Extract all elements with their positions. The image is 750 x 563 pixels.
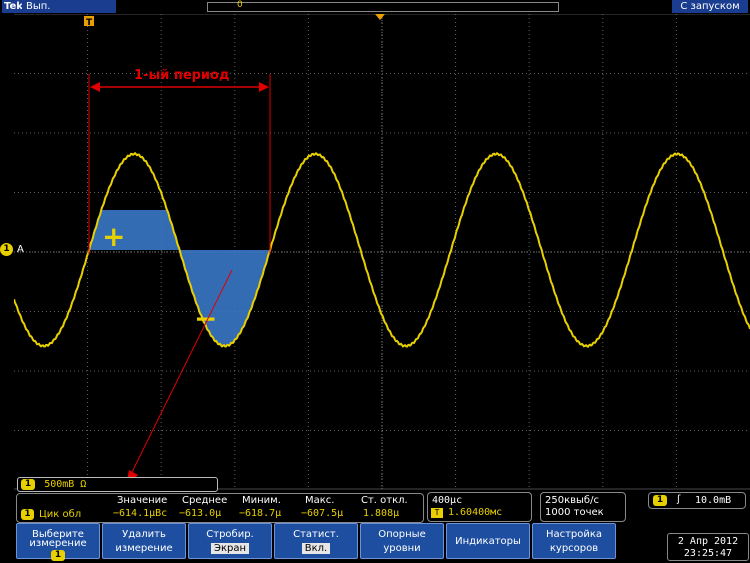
trigger-panel[interactable]: 1 ʃ 10.0mB (648, 492, 746, 509)
softkey-statistics[interactable]: Статист. Вкл. (274, 523, 358, 559)
meas-value-stddev: 1.808µ (363, 508, 400, 519)
acquisition-mode: С запуском (672, 0, 748, 13)
trigger-level: 10.0mB (695, 495, 732, 506)
plus-sign: + (102, 220, 125, 253)
meas-value-max: −607.5µ (301, 508, 344, 519)
record-view-bar (207, 2, 559, 12)
channel-1-badge: 1 (21, 479, 35, 490)
channel-scale-value: 500mB Ω (44, 479, 87, 490)
sample-rate: 250квыб/с (545, 495, 599, 506)
softkey-channel-chip: 1 (51, 550, 65, 561)
meas-value-value: −614.1µBc (113, 508, 168, 519)
softkey-label: курсоров (549, 543, 599, 554)
horizontal-scale: 400µс (432, 495, 463, 506)
softkey-label: измерение (29, 538, 87, 549)
softkey-label: Настройка (545, 529, 603, 540)
softkey-select-measurement[interactable]: Выберите измерение 1 (16, 523, 100, 561)
softkey-label: Статист. (293, 529, 339, 540)
meas-channel-badge: 1 (21, 509, 34, 520)
horizontal-delay: 1.60400мс (448, 507, 503, 518)
channel-scale-readout[interactable]: 1 500mB Ω (17, 477, 218, 492)
record-length: 1000 точек (545, 507, 604, 518)
meas-header-min: Миним. (242, 495, 281, 506)
trigger-top-arrow (375, 14, 385, 20)
acquisition-panel[interactable]: 250квыб/с 1000 точек (540, 492, 626, 522)
horizontal-panel[interactable]: 400µс T 1.60400мс (427, 492, 532, 522)
channel-1-ground-marker[interactable]: 1 (0, 243, 13, 256)
reference-marker: A (17, 244, 24, 255)
time: 23:25:47 (683, 548, 733, 559)
softkey-gating[interactable]: Стробир. Экран (188, 523, 272, 559)
softkey-label: измерение (115, 543, 173, 554)
trigger-slope-icon: ʃ (677, 494, 681, 505)
softkey-value: Экран (210, 543, 250, 554)
meas-header-value: Значение (117, 495, 168, 506)
delay-icon: T (431, 508, 443, 518)
date: 2 Апр 2012 (677, 536, 739, 547)
meas-header-mean: Среднее (182, 495, 228, 506)
softkey-reference-levels[interactable]: Опорные уровни (360, 523, 444, 559)
period-arrow-head-left (90, 82, 100, 92)
run-state: Вып. (22, 0, 116, 13)
period-annotation-label: 1-ый период (134, 68, 229, 83)
softkey-label: Стробир. (206, 529, 254, 540)
softkey-label: Удалить (122, 529, 166, 540)
meas-header-stddev: Ст. откл. (361, 495, 408, 506)
trigger-source-badge: 1 (653, 495, 667, 506)
trigger-position-label: T (86, 18, 93, 28)
softkey-delete-measurement[interactable]: Удалить измерение (102, 523, 186, 559)
softkey-label: Индикаторы (455, 536, 521, 547)
status-bar: Tek Вып. 0 С запуском (0, 0, 750, 14)
softkey-value-wrap: Экран (189, 543, 271, 554)
record-window-marker: 0 (237, 0, 243, 10)
meas-header-max: Макс. (305, 495, 335, 506)
meas-value-min: −618.7µ (239, 508, 282, 519)
softkey-label: Опорные (378, 529, 426, 540)
meas-value-mean: −613.0µ (179, 508, 222, 519)
softkey-value-wrap: Вкл. (275, 543, 357, 554)
softkey-label: уровни (383, 543, 421, 554)
measurement-panel: Значение Среднее Миним. Макс. Ст. откл. … (16, 493, 424, 523)
period-arrow-head-right (259, 82, 269, 92)
softkey-indicators[interactable]: Индикаторы (446, 523, 530, 559)
softkey-value: Вкл. (301, 543, 331, 554)
date-time-readout: 2 Апр 2012 23:25:47 (667, 533, 749, 561)
oscilloscope-graticule: 1-ый период + − T (14, 14, 750, 490)
softkey-cursor-settings[interactable]: Настройка курсоров (532, 523, 616, 559)
meas-name: Цик обл (39, 509, 82, 520)
